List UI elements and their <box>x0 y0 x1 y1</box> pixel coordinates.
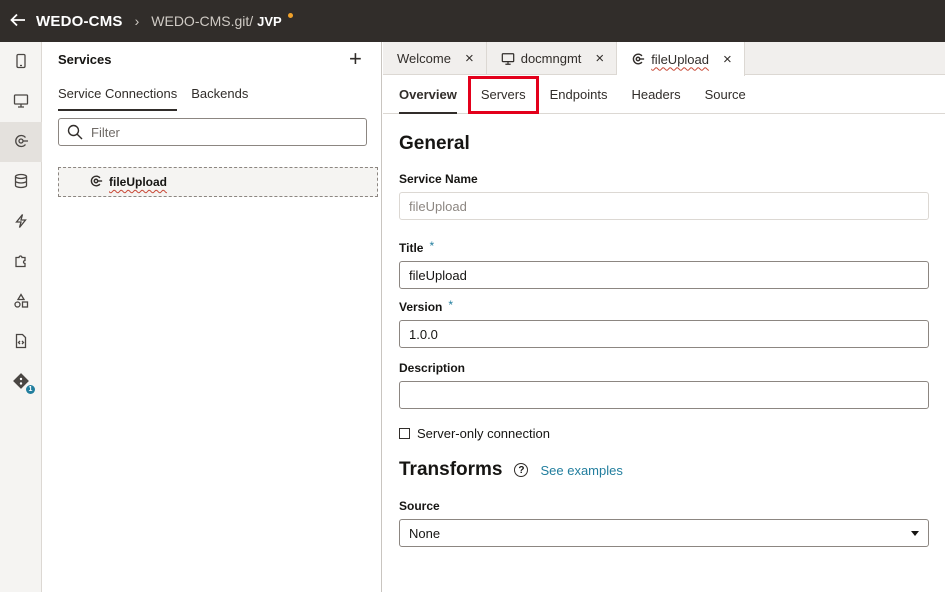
description-field[interactable] <box>399 381 929 409</box>
title-field[interactable]: fileUpload <box>399 261 929 289</box>
tab-source[interactable]: Source <box>705 76 746 114</box>
close-icon[interactable]: × <box>465 50 474 67</box>
rail-item-data[interactable] <box>0 162 42 202</box>
overview-form: General Service Name fileUpload Title * … <box>399 114 929 547</box>
version-label-row: Version * <box>399 298 929 314</box>
source-file-icon <box>13 333 29 352</box>
source-label: Source <box>399 499 440 513</box>
chevron-down-icon <box>911 530 919 536</box>
editor-tab-docmngmt[interactable]: docmngmt × <box>487 42 618 75</box>
search-icon <box>59 124 91 140</box>
lightning-icon <box>13 213 29 232</box>
shapes-icon <box>13 292 29 312</box>
git-badge: 1 <box>26 385 35 394</box>
service-nav-tabs: Overview Servers Endpoints Headers Sourc… <box>383 75 945 114</box>
title-label: Title <box>399 241 424 255</box>
editor-area: Welcome × docmngmt × fileUpload × Overvi… <box>383 42 945 592</box>
required-indicator: * <box>448 298 454 312</box>
title-label-row: Title * <box>399 239 929 255</box>
activity-rail: 1 <box>0 42 42 592</box>
general-heading: General <box>399 133 470 154</box>
required-indicator: * <box>429 239 435 253</box>
checkbox[interactable] <box>399 428 410 439</box>
rail-item-desktop[interactable] <box>0 82 42 122</box>
desktop-icon <box>13 93 29 112</box>
service-name-field: fileUpload <box>399 192 929 220</box>
breadcrumb-separator: › <box>134 13 140 29</box>
editor-tab-label: Welcome <box>397 51 451 66</box>
rail-item-services[interactable] <box>0 122 42 162</box>
version-field[interactable]: 1.0.0 <box>399 320 929 348</box>
description-label: Description <box>399 361 466 375</box>
close-icon[interactable]: × <box>723 51 732 68</box>
rail-item-source[interactable] <box>0 322 42 362</box>
filter-input[interactable] <box>91 124 351 140</box>
back-button[interactable] <box>0 0 36 42</box>
service-list-item[interactable]: fileUpload <box>58 167 378 197</box>
editor-tabbar: Welcome × docmngmt × fileUpload × <box>383 42 945 76</box>
add-service-button[interactable]: + <box>349 48 362 70</box>
help-icon[interactable]: ? <box>514 463 529 477</box>
editor-tab-welcome[interactable]: Welcome × <box>383 42 487 75</box>
service-name-label: Service Name <box>399 172 478 186</box>
transforms-row: Transforms ? See examples <box>399 459 929 481</box>
see-examples-link[interactable]: See examples <box>540 463 622 478</box>
services-panel: Services + Service Connections Backends … <box>42 42 382 592</box>
close-icon[interactable]: × <box>595 50 604 67</box>
service-icon <box>631 52 645 66</box>
rail-item-components[interactable] <box>0 242 42 282</box>
server-only-label: Server-only connection <box>417 426 550 441</box>
services-subtabs: Service Connections Backends <box>58 86 262 111</box>
tab-servers[interactable]: Servers <box>467 75 539 114</box>
tab-backends[interactable]: Backends <box>191 86 248 111</box>
app-name[interactable]: WEDO-CMS <box>36 13 123 30</box>
rail-item-shapes[interactable] <box>0 282 42 322</box>
filter-box <box>58 118 367 146</box>
service-item-label: fileUpload <box>109 175 168 189</box>
app-header: WEDO-CMS › WEDO-CMS.git/ JVP <box>0 0 945 42</box>
repo-name[interactable]: WEDO-CMS.git/ <box>151 13 253 29</box>
puzzle-icon <box>13 253 29 272</box>
editor-tab-label: fileUpload <box>651 51 710 67</box>
tab-headers[interactable]: Headers <box>631 76 680 114</box>
version-label: Version <box>399 300 443 314</box>
service-icon <box>13 133 29 152</box>
source-select[interactable]: None <box>399 519 929 547</box>
rail-item-actions[interactable] <box>0 202 42 242</box>
service-icon <box>89 174 103 191</box>
transforms-heading: Transforms <box>399 459 503 480</box>
arrow-left-icon <box>10 11 26 32</box>
editor-tab-fileupload[interactable]: fileUpload × <box>617 42 745 76</box>
tab-service-connections[interactable]: Service Connections <box>58 86 178 111</box>
panel-title: Services <box>58 52 112 67</box>
modified-indicator <box>288 13 293 18</box>
desktop-icon <box>501 52 515 66</box>
rail-item-git[interactable]: 1 <box>0 362 42 402</box>
mobile-icon <box>13 53 29 72</box>
editor-tab-label: docmngmt <box>520 51 582 66</box>
branch-name[interactable]: JVP <box>257 14 282 29</box>
tab-overview[interactable]: Overview <box>399 76 457 114</box>
source-select-value: None <box>409 525 441 541</box>
server-only-checkbox[interactable]: Server-only connection <box>399 426 929 441</box>
database-icon <box>13 173 29 192</box>
rail-item-mobile[interactable] <box>0 42 42 82</box>
tab-endpoints[interactable]: Endpoints <box>550 76 608 114</box>
